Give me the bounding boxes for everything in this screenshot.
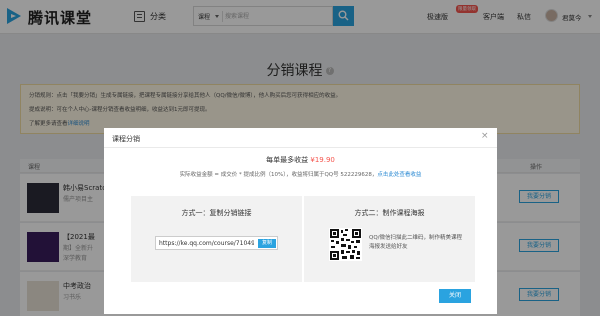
max-income-value: ¥19.90 (310, 156, 335, 164)
dialog-divider (104, 147, 497, 148)
method-poster-panel: 方式二：制作课程海报 QQ/微信扫描此二维码，制作精美课程海报发送给好友 (304, 196, 475, 282)
method1-title: 方式一：复制分销链接 (181, 209, 252, 217)
poster-description: QQ/微信扫描此二维码，制作精美课程海报发送给好友 (369, 235, 463, 250)
copy-button[interactable]: 复制 (258, 239, 276, 248)
share-link-field[interactable]: https://ke.qq.com/course/710496?s... 复制 (155, 236, 278, 250)
distribution-dialog: 课程分销 × 每单最多收益 ¥19.90 实际收益金额 = 成交价 * 提成比例… (104, 128, 497, 314)
method2-title: 方式二：制作课程海报 (354, 209, 425, 217)
dialog-title: 课程分销 (112, 135, 140, 143)
close-button[interactable]: 关闭 (439, 289, 471, 303)
view-income-link[interactable]: 点击此处查看收益 (377, 172, 421, 178)
qr-code-icon[interactable] (329, 228, 362, 261)
method-copy-link-panel: 方式一：复制分销链接 https://ke.qq.com/course/7104… (131, 196, 302, 282)
close-icon[interactable]: × (481, 131, 489, 141)
income-calc-note: 实际收益金额 = 成交价 * 提成比例（10%），收益将归属于QQ号 52222… (179, 172, 422, 178)
max-income: 每单最多收益 ¥19.90 (266, 156, 335, 164)
share-link-text[interactable]: https://ke.qq.com/course/710496?s... (159, 240, 254, 247)
